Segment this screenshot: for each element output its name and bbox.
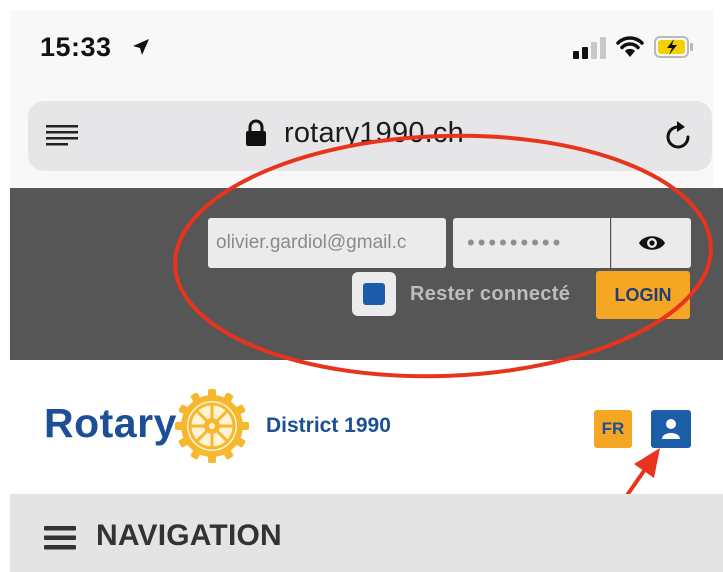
url-text[interactable]: rotary1990.ch — [284, 117, 464, 150]
wifi-icon — [616, 36, 644, 57]
hamburger-icon[interactable] — [44, 526, 76, 550]
remember-me-checkbox[interactable] — [352, 272, 396, 316]
login-button[interactable]: LOGIN — [596, 271, 690, 319]
reload-icon[interactable] — [664, 119, 694, 151]
signal-icon — [573, 37, 606, 59]
checkbox-fill — [363, 283, 385, 305]
rotary-wheel-icon[interactable] — [174, 388, 250, 464]
remember-me-label: Rester connecté — [410, 283, 571, 305]
status-time: 15:33 — [40, 32, 112, 62]
reader-icon[interactable] — [46, 124, 78, 148]
user-icon — [662, 419, 680, 439]
password-field[interactable]: ••••••••• — [453, 218, 610, 268]
eye-icon — [639, 236, 665, 250]
rotary-logo-text[interactable]: Rotary — [44, 400, 177, 447]
email-field[interactable] — [208, 218, 446, 268]
location-arrow-icon — [133, 39, 149, 55]
show-password-button[interactable] — [611, 218, 691, 268]
navigation-label[interactable]: NAVIGATION — [96, 519, 282, 553]
user-button[interactable] — [651, 410, 691, 448]
language-button[interactable]: FR — [594, 410, 632, 448]
district-label: District 1990 — [266, 414, 391, 437]
lock-icon — [246, 119, 266, 146]
battery-charging-icon — [654, 36, 693, 58]
